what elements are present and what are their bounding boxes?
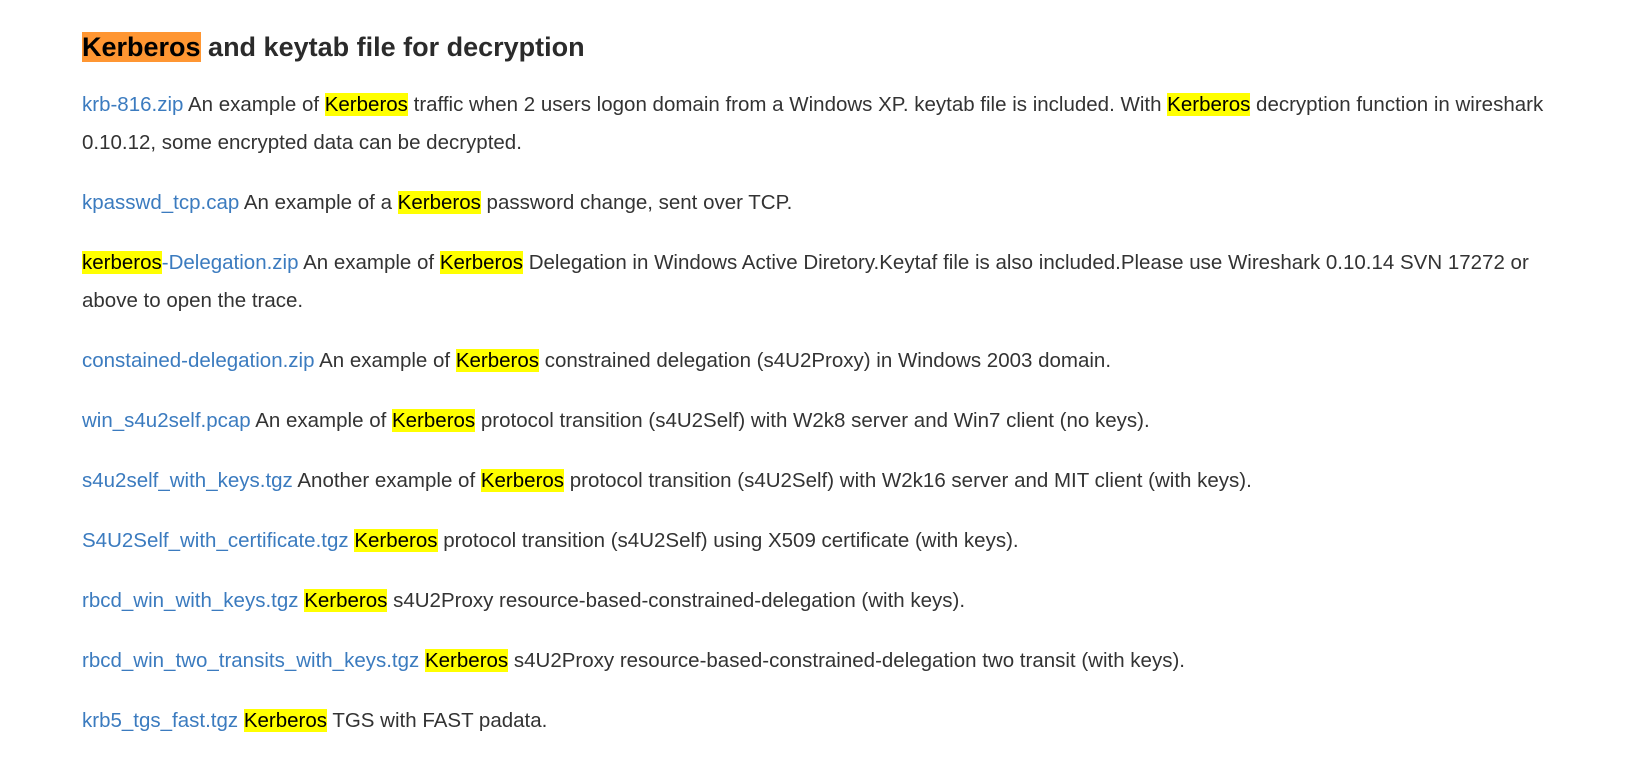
- search-highlight: Kerberos: [397, 191, 481, 214]
- description-text: constrained delegation (s4U2Proxy) in Wi…: [539, 349, 1112, 372]
- list-item: kpasswd_tcp.cap An example of a Kerberos…: [82, 184, 1582, 222]
- search-highlight: kerberos: [82, 251, 162, 274]
- description-text: protocol transition (s4U2Self) using X50…: [437, 529, 1019, 552]
- search-highlight: Kerberos: [243, 709, 328, 732]
- file-link-label: -Delegation.zip: [161, 251, 299, 274]
- search-highlight: Kerberos: [439, 251, 524, 274]
- description-text: protocol transition (s4U2Self) with W2k1…: [564, 469, 1252, 492]
- search-highlight: Kerberos: [304, 589, 388, 612]
- search-highlight: Kerberos: [455, 349, 539, 372]
- file-link[interactable]: krb5_tgs_fast.tgz: [82, 709, 238, 732]
- search-highlight: Kerberos: [480, 469, 565, 492]
- search-highlight: Kerberos: [1167, 93, 1251, 116]
- search-highlight: Kerberos: [391, 409, 476, 432]
- section-heading: Kerberos and keytab file for decryption: [82, 24, 1582, 70]
- file-link[interactable]: rbcd_win_with_keys.tgz: [82, 589, 299, 612]
- file-link[interactable]: krb-816.zip: [82, 93, 183, 116]
- description-text: protocol transition (s4U2Self) with W2k8…: [475, 409, 1150, 432]
- description-text: An example of a: [239, 191, 398, 214]
- file-link[interactable]: s4u2self_with_keys.tgz: [82, 469, 293, 492]
- description-text: An example of: [183, 93, 325, 116]
- file-link[interactable]: S4U2Self_with_certificate.tgz: [82, 529, 349, 552]
- description-text: [238, 709, 244, 732]
- description-text: s4U2Proxy resource-based-constrained-del…: [387, 589, 966, 612]
- current-search-highlight: Kerberos: [82, 32, 201, 62]
- heading-text: and keytab file for decryption: [200, 32, 585, 62]
- description-text: traffic when 2 users logon domain from a…: [407, 93, 1168, 116]
- search-highlight: Kerberos: [354, 529, 438, 552]
- file-link[interactable]: kerberos-Delegation.zip: [82, 251, 299, 274]
- file-link[interactable]: rbcd_win_two_transits_with_keys.tgz: [82, 649, 419, 672]
- description-text: An example of: [298, 251, 440, 274]
- main-content: Kerberos and keytab file for decryption …: [82, 24, 1582, 762]
- description-text: s4U2Proxy resource-based-constrained-del…: [508, 649, 1185, 672]
- list-item: rbcd_win_with_keys.tgz Kerberos s4U2Prox…: [82, 582, 1582, 620]
- list-item: S4U2Self_with_certificate.tgz Kerberos p…: [82, 522, 1582, 560]
- list-item: krb5_tgs_fast.tgz Kerberos TGS with FAST…: [82, 702, 1582, 740]
- description-text: An example of: [250, 409, 392, 432]
- list-item: rbcd_win_two_transits_with_keys.tgz Kerb…: [82, 642, 1582, 680]
- search-highlight: Kerberos: [324, 93, 408, 116]
- list-item: constained-delegation.zip An example of …: [82, 342, 1582, 380]
- list-item: win_s4u2self.pcap An example of Kerberos…: [82, 402, 1582, 440]
- description-text: TGS with FAST padata.: [327, 709, 548, 732]
- search-highlight: Kerberos: [424, 649, 509, 672]
- list-item: kerberos-Delegation.zip An example of Ke…: [82, 244, 1582, 320]
- file-link[interactable]: kpasswd_tcp.cap: [82, 191, 239, 214]
- description-text: Another example of: [292, 469, 481, 492]
- description-text: password change, sent over TCP.: [480, 191, 793, 214]
- description-text: An example of: [314, 349, 456, 372]
- file-link[interactable]: constained-delegation.zip: [82, 349, 315, 372]
- list-item: krb-816.zip An example of Kerberos traff…: [82, 86, 1582, 162]
- file-link[interactable]: win_s4u2self.pcap: [82, 409, 251, 432]
- list-item: s4u2self_with_keys.tgz Another example o…: [82, 462, 1582, 500]
